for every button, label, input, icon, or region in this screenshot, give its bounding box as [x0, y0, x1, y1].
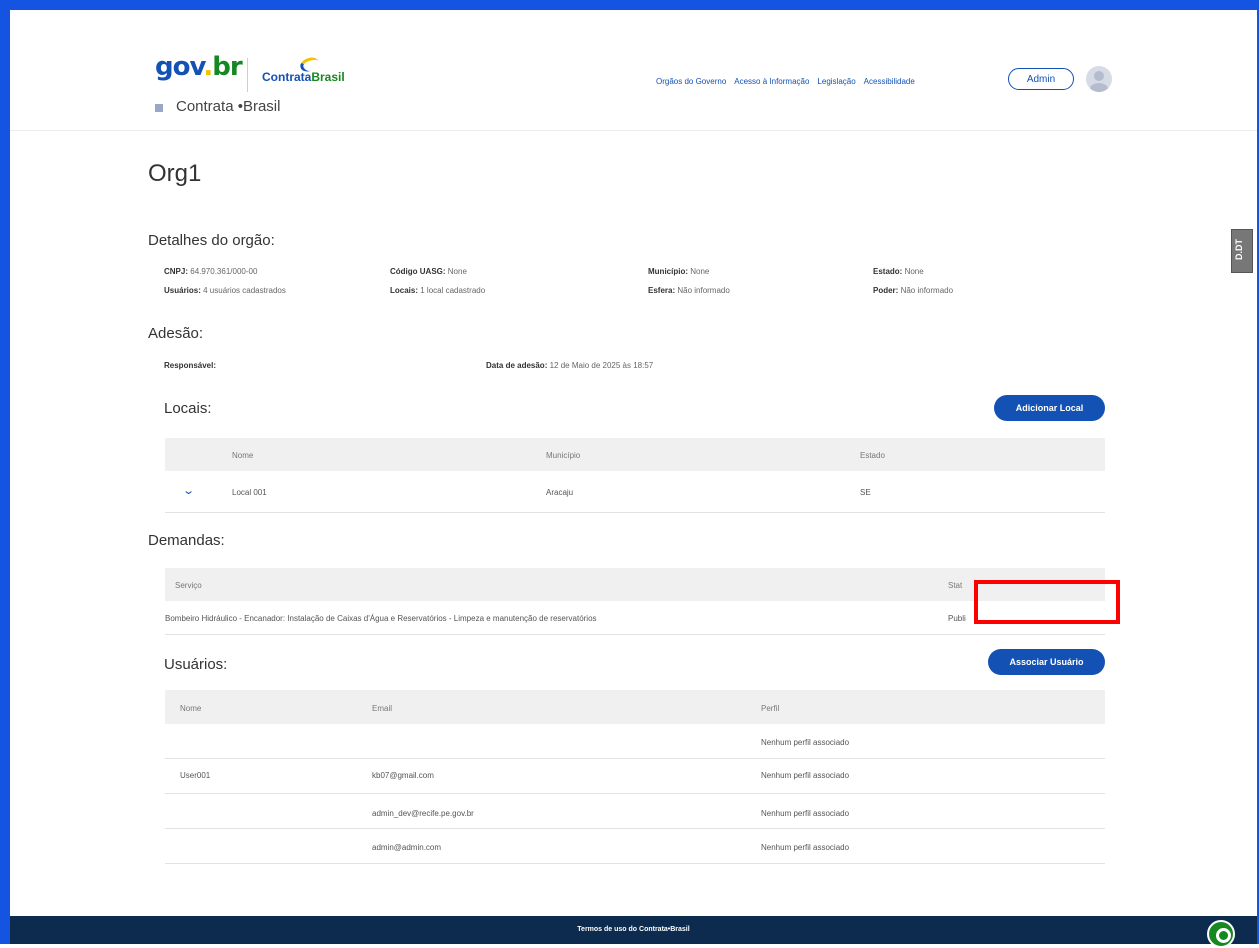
contrata-brasil-logo[interactable]: ContrataBrasil: [262, 70, 345, 84]
row-divider: [165, 793, 1105, 794]
field-esfera: Esfera: Não informado: [648, 286, 730, 295]
user-row-perfil: Nenhum perfil associado: [761, 843, 850, 852]
demanda-row-status: Publi: [948, 614, 966, 623]
row-divider: [165, 634, 1105, 635]
usuarios-table-header: [165, 690, 1105, 724]
local-row-estado: SE: [860, 488, 871, 497]
nav-link-acesso-informacao[interactable]: Acesso à Informação: [734, 77, 809, 86]
usuarios-col-perfil: Perfil: [761, 704, 780, 713]
row-divider: [165, 512, 1105, 513]
nav-link-orgaos[interactable]: Orgãos do Governo: [656, 77, 726, 86]
details-heading: Detalhes do orgão:: [148, 232, 275, 249]
field-usuarios: Usuários: 4 usuários cadastrados: [164, 286, 286, 295]
demandas-table-header: [165, 568, 1105, 601]
field-data-adesao: Data de adesão: 12 de Maio de 2025 às 18…: [486, 361, 654, 370]
usuarios-col-email: Email: [372, 704, 393, 713]
field-locais: Locais: 1 local cadastrado: [390, 286, 486, 295]
nav-link-legislacao[interactable]: Legislação: [817, 77, 855, 86]
add-local-button[interactable]: Adicionar Local: [994, 395, 1105, 421]
admin-user-button[interactable]: Admin: [1008, 68, 1074, 90]
avatar[interactable]: [1086, 66, 1112, 92]
locais-col-nome: Nome: [232, 451, 254, 460]
user-row-perfil: Nenhum perfil associado: [761, 809, 850, 818]
site-footer: Termos de uso do Contrata•Brasil: [10, 916, 1257, 944]
app-name: Contrata •Brasil: [176, 98, 281, 115]
row-divider: [165, 863, 1105, 864]
field-cnpj: CNPJ: 64.970.361/000-00: [164, 267, 258, 276]
demandas-col-servico: Serviço: [175, 581, 202, 590]
user-row-perfil: Nenhum perfil associado: [761, 738, 850, 747]
demanda-row-servico: Bombeiro Hidráulico - Encanador: Instala…: [165, 614, 597, 623]
window-frame: [0, 0, 1259, 944]
usuarios-heading: Usuários:: [164, 656, 228, 673]
user-row-email: admin_dev@recife.pe.gov.br: [372, 809, 474, 818]
nav-link-acessibilidade[interactable]: Acessibilidade: [864, 77, 915, 86]
locais-col-estado: Estado: [860, 451, 885, 460]
adesao-heading: Adesão:: [148, 325, 204, 342]
highlight-box: [974, 580, 1120, 624]
field-poder: Poder: Não informado: [873, 286, 954, 295]
locais-col-municipio: Município: [546, 451, 581, 460]
field-municipio: Município: None: [648, 267, 710, 276]
row-divider: [165, 758, 1105, 759]
gov-br-logo[interactable]: gov.br: [155, 52, 243, 82]
user-row-nome: User001: [180, 771, 211, 780]
usuarios-col-nome: Nome: [180, 704, 202, 713]
user-row-perfil: Nenhum perfil associado: [761, 771, 850, 780]
terms-link[interactable]: Termos de uso do Contrata•Brasil: [10, 926, 1257, 933]
user-row-email: kb07@gmail.com: [372, 771, 434, 780]
top-navigation: Orgãos do Governo Acesso à Informação Le…: [656, 77, 915, 86]
chevron-down-icon[interactable]: ⌄: [182, 484, 195, 497]
side-tab[interactable]: D.DT: [1231, 229, 1253, 273]
page-title: Org1: [148, 160, 202, 187]
row-divider: [165, 828, 1105, 829]
user-row-email: admin@admin.com: [372, 843, 442, 852]
local-row-nome: Local 001: [232, 488, 267, 497]
field-estado: Estado: None: [873, 267, 924, 276]
menu-icon[interactable]: [155, 104, 163, 112]
locais-heading: Locais:: [164, 400, 212, 417]
associate-user-button[interactable]: Associar Usuário: [988, 649, 1105, 675]
field-codigo-uasg: Código UASG: None: [390, 267, 467, 276]
demandas-heading: Demandas:: [148, 532, 225, 549]
logo-divider: [247, 58, 248, 92]
demandas-col-status: Stat: [948, 581, 963, 590]
field-responsavel: Responsável:: [164, 361, 217, 370]
local-row-municipio: Aracaju: [546, 488, 574, 497]
locais-table-header: [165, 438, 1105, 471]
